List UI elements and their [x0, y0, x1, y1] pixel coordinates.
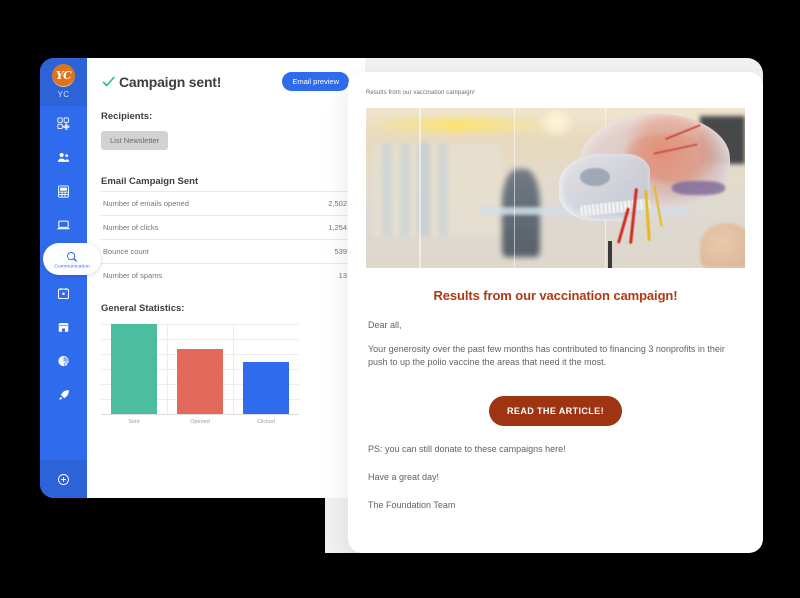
org-label: YC	[57, 90, 70, 99]
campaign-stats-table: Number of emails opened 2,502 Number of …	[101, 191, 349, 287]
email-hero-image	[366, 108, 745, 268]
sidebar-item-launch[interactable]	[40, 378, 87, 412]
table-row: Number of clicks 1,254	[101, 215, 349, 239]
screenshot-stage: YC YC Communication Campaign sent! Email…	[0, 0, 800, 598]
calendar-icon	[57, 287, 70, 299]
chart-bars	[101, 324, 299, 414]
rocket-icon	[58, 389, 69, 400]
sidebar-item-contacts[interactable]	[40, 140, 87, 174]
shop-icon	[58, 322, 69, 332]
sidebar: YC YC Communication	[40, 58, 101, 498]
sidebar-item-dashboard[interactable]	[40, 106, 87, 140]
stat-label: Number of spams	[103, 271, 163, 280]
table-row: Number of spams 13	[101, 263, 349, 287]
email-subject: Results from our vaccination campaign!	[366, 90, 475, 96]
page-header: Campaign sent! Email preview	[101, 72, 349, 91]
sidebar-item-analytics[interactable]	[40, 344, 87, 378]
email-heading: Results from our vaccination campaign!	[433, 288, 678, 303]
chart-bar-column	[233, 324, 299, 414]
chart-bar-column	[167, 324, 233, 414]
hero-background-windows	[373, 143, 503, 236]
org-logo-icon: YC	[52, 64, 75, 87]
sidebar-item-calendar[interactable]	[40, 276, 87, 310]
skull-eye-socket	[579, 167, 610, 187]
check-icon	[102, 76, 115, 87]
stat-value: 539	[334, 247, 347, 256]
email-preview-button[interactable]: Email preview	[282, 72, 349, 91]
email-preview-card: Results from our vaccination campaign! R…	[348, 72, 763, 553]
email-cta-wrap: READ THE ARTICLE!	[366, 395, 745, 426]
email-paragraph: Your generosity over the past few months…	[368, 343, 725, 368]
skull-stand	[607, 241, 613, 268]
hero-ceiling-light	[366, 117, 548, 132]
table-row: Number of emails opened 2,502	[101, 191, 349, 215]
sidebar-active-pill[interactable]: Communication	[43, 243, 101, 275]
dashboard-add-icon	[57, 116, 70, 130]
calculator-icon	[58, 184, 69, 198]
chart-bar	[111, 324, 157, 414]
chart-bar-column	[101, 324, 167, 414]
campaign-stats-title: Email Campaign Sent	[101, 176, 199, 187]
chart-bar	[243, 361, 289, 414]
page-title: Campaign sent!	[119, 73, 222, 90]
recipients-label: Recipients:	[101, 111, 153, 122]
sidebar-item-communication[interactable]: Communication	[40, 242, 101, 276]
app-window: YC YC Communication Campaign sent! Email…	[40, 58, 365, 498]
sidebar-item-shop[interactable]	[40, 310, 87, 344]
sidebar-nav: Communication	[40, 106, 101, 460]
analytics-icon	[58, 355, 69, 366]
sidebar-logo-block[interactable]: YC YC	[40, 58, 87, 106]
hero-glass-line	[419, 108, 421, 268]
chart-title: General Statistics:	[101, 303, 185, 314]
page-title-wrap: Campaign sent!	[101, 74, 221, 90]
table-row: Bounce count 539	[101, 239, 349, 263]
sidebar-item-website[interactable]	[40, 208, 87, 242]
email-closing: Have a great day!	[368, 471, 440, 482]
chart-x-label: Opened	[190, 419, 210, 425]
plus-circle-icon	[58, 473, 69, 485]
chart-x-label: Clicked	[256, 419, 276, 425]
stat-value: 13	[338, 271, 347, 280]
sidebar-add-app-button[interactable]	[40, 460, 87, 498]
sidebar-item-accounting[interactable]	[40, 174, 87, 208]
contacts-icon	[57, 152, 70, 162]
chart-x-label: Sent	[128, 419, 140, 425]
laptop-icon	[57, 220, 70, 229]
main-panel: Campaign sent! Email preview Recipients:…	[87, 58, 365, 498]
stat-label: Number of emails opened	[103, 199, 189, 208]
general-statistics-chart: Sent Opened Clicked	[101, 324, 299, 425]
chart-bar	[177, 349, 223, 414]
email-ps: PS: you can still donate to these campai…	[368, 443, 566, 454]
email-signature: The Foundation Team	[368, 499, 456, 510]
email-greeting: Dear all,	[368, 320, 402, 330]
stat-label: Number of clicks	[103, 223, 159, 232]
stat-value: 2,502	[328, 199, 347, 208]
stat-label: Bounce count	[103, 247, 149, 256]
chart-x-axis: Sent Opened Clicked	[101, 414, 299, 425]
skull-cerebellum	[672, 180, 725, 195]
hero-skull-model	[556, 114, 730, 268]
read-the-article-button[interactable]: READ THE ARTICLE!	[489, 395, 622, 426]
recipient-chip[interactable]: List Newsletter	[101, 131, 169, 150]
sidebar-item-label-communication: Communication	[54, 263, 90, 269]
stat-value: 1,254	[328, 223, 347, 232]
communication-icon	[67, 251, 78, 262]
hero-glass-line	[513, 108, 516, 268]
recipients-chip-list: List Newsletter	[101, 122, 349, 150]
